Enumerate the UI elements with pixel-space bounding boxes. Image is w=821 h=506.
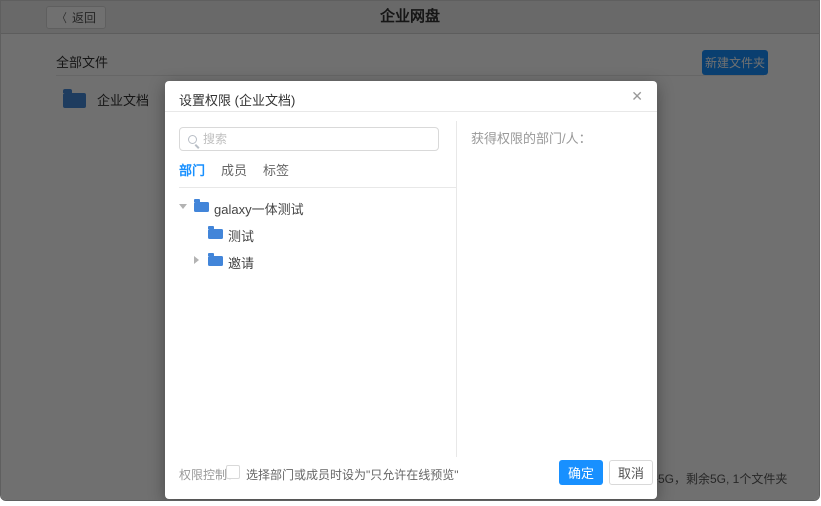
tree-item-label: 测试: [228, 226, 254, 245]
set-permissions-dialog: 设置权限 (企业文档) ✕ 部门 成员 标签 galaxy一体测试 测试: [165, 81, 657, 499]
tab-members[interactable]: 成员: [221, 161, 247, 187]
tree-item-label: galaxy一体测试: [214, 199, 304, 218]
dialog-title: 设置权限 (企业文档): [179, 90, 295, 109]
search-input[interactable]: [197, 132, 438, 146]
caret-down-icon[interactable]: [179, 204, 187, 209]
folder-icon: [208, 229, 223, 239]
search-box: [179, 127, 439, 151]
folder-icon: [208, 256, 223, 266]
cancel-button[interactable]: 取消: [609, 460, 653, 485]
tree-item-label: 邀请: [228, 253, 254, 272]
preview-only-checkbox-label: 选择部门或成员时设为"只允许在线预览": [246, 466, 459, 483]
ok-button[interactable]: 确定: [559, 460, 603, 485]
app-window: 〈 返回 企业网盘 全部文件 新建文件夹 企业文档 共5G，剩余5G, 1个文件…: [0, 0, 820, 501]
tree-item-invite[interactable]: 邀请: [165, 247, 456, 274]
title-divider: [165, 111, 657, 112]
tab-labels[interactable]: 标签: [263, 161, 289, 187]
preview-only-checkbox[interactable]: [226, 465, 240, 479]
folder-icon: [194, 202, 209, 212]
tree-item-root[interactable]: galaxy一体测试: [165, 193, 456, 220]
tab-department[interactable]: 部门: [179, 161, 205, 187]
search-icon: [188, 135, 197, 144]
granted-permissions-label: 获得权限的部门/人：: [471, 128, 592, 147]
close-icon[interactable]: ✕: [631, 87, 643, 107]
caret-right-icon[interactable]: [194, 256, 199, 264]
tab-bar: 部门 成员 标签: [179, 161, 456, 188]
tree-item-test[interactable]: 测试: [165, 220, 456, 247]
department-tree: galaxy一体测试 测试 邀请: [165, 193, 456, 274]
panel-divider: [456, 121, 457, 457]
dialog-footer: 权限控制： 选择部门或成员时设为"只允许在线预览" 确定 取消: [165, 453, 657, 499]
